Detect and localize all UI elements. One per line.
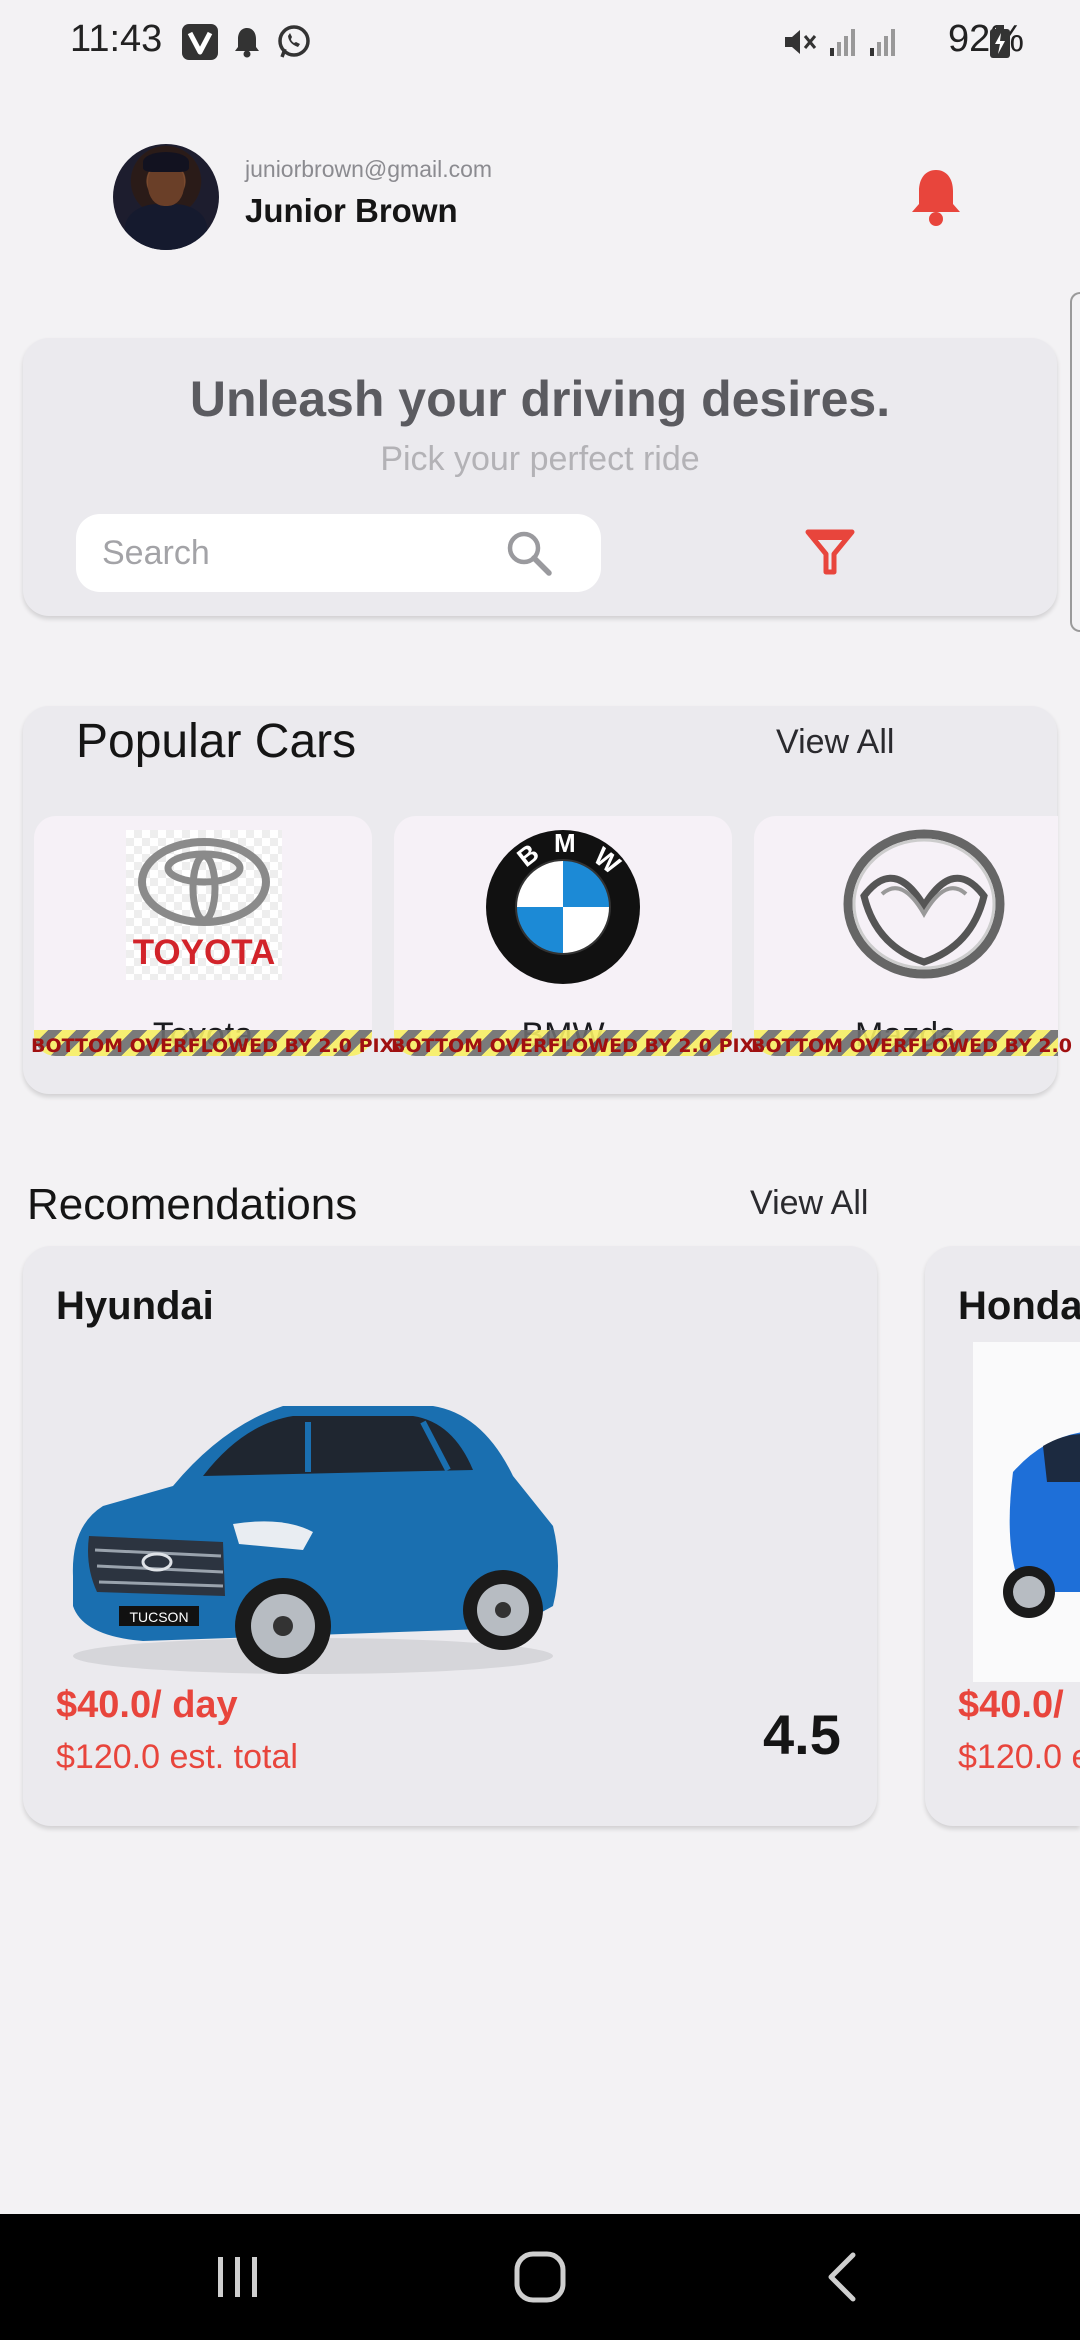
car-image-hyundai: TUCSON [53, 1366, 573, 1686]
status-time: 11:43 [70, 18, 163, 60]
hero-subtitle: Pick your perfect ride [380, 440, 700, 478]
notifications-button[interactable] [906, 166, 966, 228]
recommendations-title: Recomendations [27, 1180, 358, 1229]
back-button[interactable] [803, 2244, 883, 2310]
mazda-logo [842, 826, 1006, 986]
recommendation-card-honda[interactable]: Honda $40.0/ $120.0 e [925, 1246, 1080, 1826]
bell-icon [912, 170, 960, 226]
user-email: juniorbrown@gmail.com [245, 156, 493, 182]
status-bar: 11:43 92% [0, 0, 1080, 90]
recommendation-card-hyundai[interactable]: Hyundai TUCSON $40.0/ day $120.0 est. to… [23, 1246, 877, 1826]
overflow-warning: BOTTOM OVERFLOWED BY 2.0 PIXELS [31, 1035, 434, 1057]
car-name: Honda [958, 1284, 1080, 1328]
brand-card-mazda[interactable]: Mazda [754, 816, 1058, 1056]
car-rating: 4.5 [763, 1703, 841, 1766]
signal-icon [826, 22, 860, 62]
toyota-logo: TOYOTA [126, 830, 282, 980]
bmw-logo: B M W [484, 828, 642, 986]
brand-card-toyota[interactable]: TOYOTA Toyota [34, 816, 372, 1056]
vivaldi-icon [180, 22, 220, 62]
hero-title: Unleash your driving desires. [189, 371, 891, 427]
search-placeholder: Search [102, 534, 210, 572]
filter-icon [805, 529, 855, 575]
car-price: $40.0/ day [56, 1684, 238, 1726]
notification-bell-icon [230, 22, 264, 62]
home-button[interactable] [500, 2244, 580, 2310]
home-icon [514, 2251, 566, 2303]
user-name: Junior Brown [245, 192, 458, 229]
battery-charging-icon [986, 22, 1014, 62]
car-name: Hyundai [56, 1284, 214, 1328]
svg-text:M: M [554, 828, 576, 858]
mute-icon [780, 22, 820, 62]
signal-icon [866, 22, 900, 62]
car-price: $40.0/ [958, 1684, 1064, 1726]
filter-button[interactable] [800, 522, 860, 582]
car-estimated-total: $120.0 est. total [56, 1738, 298, 1776]
overflow-warning: BOTTOM OVERFLOWED BY 2.0 PIXELS [391, 1035, 794, 1057]
search-input[interactable]: Search [76, 514, 601, 592]
recent-apps-icon [218, 2257, 257, 2297]
svg-text:TUCSON: TUCSON [129, 1609, 188, 1625]
overflow-warning: BOTTOM OVERFLOWED BY 2.0 PIX [751, 1035, 1080, 1057]
recent-apps-button[interactable] [198, 2244, 278, 2310]
car-image-honda [973, 1342, 1080, 1682]
popular-view-all-link[interactable]: View All [776, 723, 894, 762]
brand-card-bmw[interactable]: B M W BMW [394, 816, 732, 1056]
whatsapp-icon [274, 22, 314, 62]
car-estimated-total: $120.0 e [958, 1738, 1080, 1776]
search-icon[interactable] [504, 528, 554, 578]
back-icon [828, 2252, 856, 2302]
svg-text:TOYOTA: TOYOTA [133, 933, 276, 972]
popular-cars-title: Popular Cars [76, 715, 357, 768]
avatar[interactable] [113, 144, 219, 250]
recommendations-view-all-link[interactable]: View All [750, 1184, 868, 1223]
